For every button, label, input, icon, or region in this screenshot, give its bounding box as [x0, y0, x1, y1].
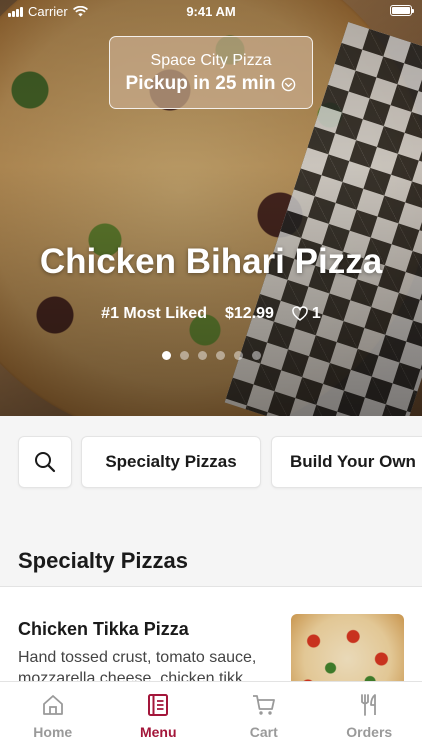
menu-item-image [291, 614, 404, 687]
menu-item[interactable]: Chicken Tikka Pizza Hand tossed crust, t… [0, 587, 422, 687]
featured-price: $12.99 [224, 305, 274, 322]
category-chip-specialty-pizzas[interactable]: Specialty Pizzas [81, 436, 261, 488]
section-header: Specialty Pizzas [0, 512, 422, 587]
carousel-dot[interactable] [215, 351, 225, 360]
tab-cart[interactable]: Cart [211, 682, 317, 750]
menu-item-name: Chicken Tikka Pizza [18, 619, 189, 639]
search-button[interactable] [18, 436, 72, 488]
category-chip-build-your-own[interactable]: Build Your Own [271, 436, 422, 488]
tab-home[interactable]: Home [0, 682, 106, 750]
category-bar[interactable]: Specialty Pizzas Build Your Own [0, 416, 422, 512]
carousel-dot[interactable] [233, 351, 243, 360]
tab-label: Home [33, 724, 73, 740]
pickup-time-label: Pickup in 25 min [125, 73, 276, 94]
carousel-dot[interactable] [197, 351, 207, 360]
tab-label: Menu [139, 724, 177, 740]
search-icon [35, 452, 56, 473]
carousel-dot[interactable] [161, 351, 171, 360]
tab-label: Cart [249, 724, 278, 740]
like-button[interactable]: 1 [292, 305, 321, 323]
chevron-down-circle-icon [282, 77, 296, 91]
featured-item-meta: #1 Most Liked $12.99 1 [0, 305, 422, 323]
most-liked-badge: #1 Most Liked [101, 305, 207, 322]
carousel-dot[interactable] [179, 351, 189, 360]
heart-icon [292, 306, 308, 321]
tab-label: Orders [346, 724, 393, 740]
tab-menu[interactable]: Menu [106, 682, 212, 750]
status-time: 9:41 AM [186, 4, 236, 19]
home-icon [42, 695, 63, 715]
battery-icon [390, 5, 414, 16]
section-title: Specialty Pizzas [18, 548, 188, 573]
like-count: 1 [311, 305, 321, 322]
tab-bar: Home Menu Cart Orders [0, 681, 422, 750]
tab-orders[interactable]: Orders [317, 682, 422, 750]
carousel-dot[interactable] [251, 351, 261, 360]
menu-icon [148, 694, 169, 716]
cart-icon [252, 695, 275, 715]
hero-banner[interactable]: Carrier 9:41 AM Space City Pizza Pickup … [0, 0, 422, 416]
carousel-indicator[interactable] [0, 351, 422, 360]
store-name: Space City Pizza [150, 52, 272, 69]
status-bar: Carrier 9:41 AM [0, 0, 422, 24]
featured-item-title: Chicken Bihari Pizza [39, 242, 383, 281]
orders-icon [361, 694, 377, 716]
pickup-selector[interactable]: Space City Pizza Pickup in 25 min [109, 36, 313, 109]
